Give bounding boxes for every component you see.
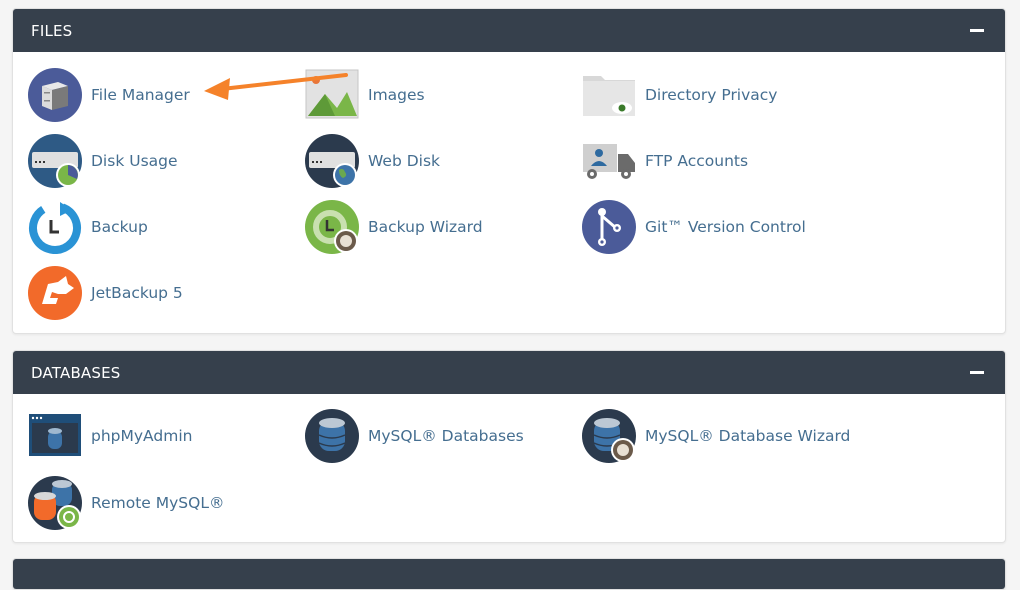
backup-wizard-link[interactable]: Backup Wizard	[305, 200, 483, 254]
backup-wizard-icon	[305, 200, 359, 254]
remote-mysql-link[interactable]: Remote MySQL®	[28, 476, 224, 530]
phpmyadmin-icon	[28, 409, 82, 463]
item-label: Backup	[91, 218, 148, 236]
next-panel	[12, 558, 1006, 590]
phpmyadmin-link[interactable]: phpMyAdmin	[28, 409, 192, 463]
git-icon	[582, 200, 636, 254]
files-panel: FILES File Manager Images Directory Priv…	[12, 8, 1006, 334]
jetbackup-icon	[28, 266, 82, 320]
images-link[interactable]: Images	[305, 68, 425, 122]
item-label: Images	[368, 86, 425, 104]
item-label: Web Disk	[368, 152, 441, 170]
item-label: FTP Accounts	[645, 152, 749, 170]
item-label: MySQL® Database Wizard	[645, 427, 851, 445]
disk-usage-link[interactable]: Disk Usage	[28, 134, 178, 188]
minus-icon[interactable]	[970, 29, 984, 32]
backup-icon	[28, 200, 82, 254]
database-icon	[305, 409, 359, 463]
disk-usage-icon	[28, 134, 82, 188]
folder-eye-icon	[582, 68, 636, 122]
remote-mysql-icon	[28, 476, 82, 530]
item-label: Directory Privacy	[645, 86, 778, 104]
web-disk-link[interactable]: Web Disk	[305, 134, 440, 188]
files-panel-header[interactable]: FILES	[13, 9, 1005, 52]
web-disk-icon	[305, 134, 359, 188]
image-icon	[305, 68, 359, 122]
backup-link[interactable]: Backup	[28, 200, 148, 254]
item-label: JetBackup 5	[91, 284, 183, 302]
git-version-control-link[interactable]: Git™ Version Control	[582, 200, 806, 254]
databases-panel-header[interactable]: DATABASES	[13, 351, 1005, 394]
item-label: phpMyAdmin	[91, 427, 193, 445]
item-label: Git™ Version Control	[645, 218, 806, 236]
databases-panel-title: DATABASES	[31, 363, 121, 382]
item-label: Disk Usage	[91, 152, 178, 170]
item-label: File Manager	[91, 86, 190, 104]
file-manager-link[interactable]: File Manager	[28, 68, 190, 122]
database-wizard-icon	[582, 409, 636, 463]
directory-privacy-link[interactable]: Directory Privacy	[582, 68, 777, 122]
mysql-databases-link[interactable]: MySQL® Databases	[305, 409, 524, 463]
item-label: MySQL® Databases	[368, 427, 524, 445]
ftp-accounts-link[interactable]: FTP Accounts	[582, 134, 748, 188]
file-cabinet-icon	[28, 68, 82, 122]
item-label: Backup Wizard	[368, 218, 483, 236]
mysql-database-wizard-link[interactable]: MySQL® Database Wizard	[582, 409, 850, 463]
jetbackup-link[interactable]: JetBackup 5	[28, 266, 183, 320]
files-panel-title: FILES	[31, 21, 73, 40]
databases-panel: DATABASES phpMyAdmin MySQL® Databases My…	[12, 350, 1006, 543]
item-label: Remote MySQL®	[91, 494, 225, 512]
ftp-truck-icon	[582, 134, 636, 188]
minus-icon[interactable]	[970, 371, 984, 374]
